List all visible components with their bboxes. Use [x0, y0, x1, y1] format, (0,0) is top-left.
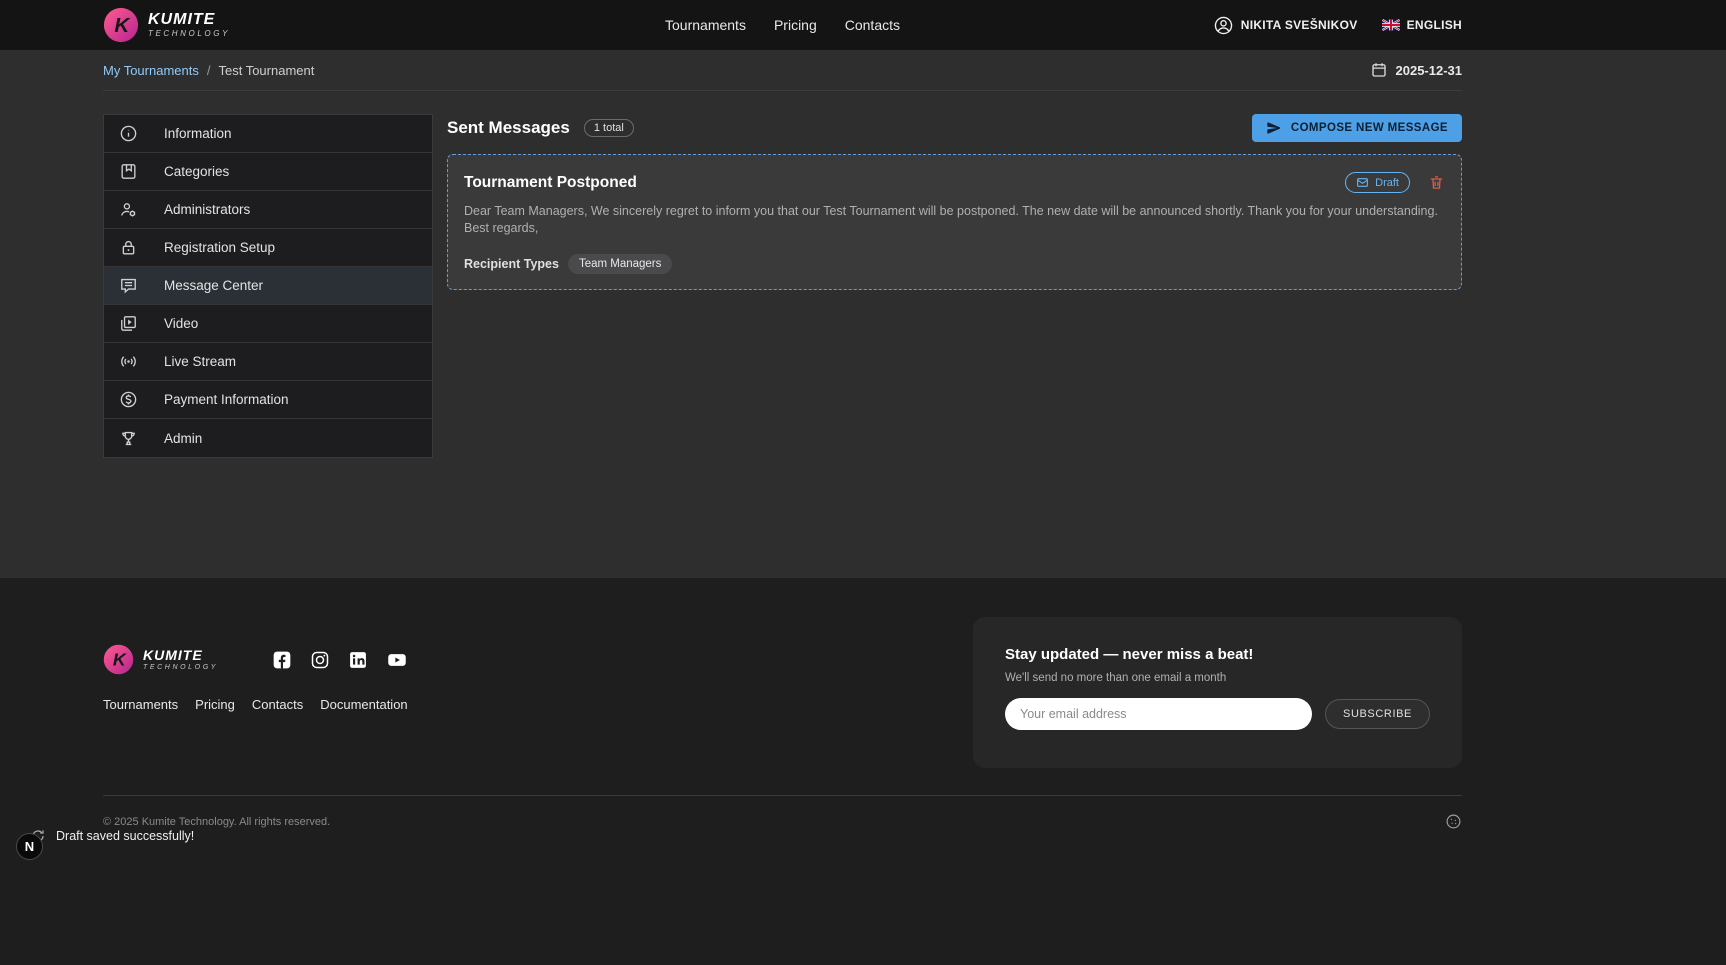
breadcrumb: My Tournaments / Test Tournament [103, 63, 314, 78]
envelope-icon [1356, 176, 1369, 189]
sidebar-item-payment-information[interactable]: Payment Information [104, 381, 432, 419]
svg-text:K: K [113, 650, 127, 670]
social-links [272, 650, 408, 670]
copyright-text: © 2025 Kumite Technology. All rights res… [103, 816, 330, 828]
breadcrumb-separator: / [207, 63, 211, 78]
dev-indicator-badge[interactable]: N [16, 833, 43, 860]
brand-tagline: TECHNOLOGY [143, 664, 218, 671]
footer-link-documentation[interactable]: Documentation [320, 697, 407, 712]
sidebar-item-live-stream[interactable]: Live Stream [104, 343, 432, 381]
newsletter-title: Stay updated — never miss a beat! [1005, 646, 1430, 663]
categories-icon [118, 162, 138, 182]
toast-notification: Draft saved successfully! [30, 828, 194, 844]
nav-link-pricing[interactable]: Pricing [774, 17, 817, 33]
draft-badge-label: Draft [1375, 177, 1399, 189]
sidebar-item-label: Registration Setup [164, 240, 275, 255]
kumite-logo-icon: K [103, 644, 134, 675]
main-nav: Tournaments Pricing Contacts [665, 17, 900, 33]
trash-icon [1428, 174, 1445, 191]
message-title: Tournament Postponed [464, 174, 637, 192]
recipient-types-label: Recipient Types [464, 257, 559, 271]
sidebar-item-admin[interactable]: Admin [104, 419, 432, 457]
sidebar-item-information[interactable]: Information [104, 115, 432, 153]
kumite-logo-icon: K [103, 7, 139, 43]
message-icon [118, 276, 138, 296]
sidebar-item-label: Administrators [164, 202, 250, 217]
breadcrumb-bar: My Tournaments / Test Tournament 2025-12… [103, 50, 1462, 91]
message-body: Dear Team Managers, We sincerely regret … [464, 203, 1445, 237]
footer-divider [103, 795, 1462, 796]
breadcrumb-current: Test Tournament [218, 63, 314, 78]
sidebar-item-label: Information [164, 126, 232, 141]
calendar-icon [1370, 61, 1388, 79]
payment-icon [118, 390, 138, 410]
sidebar-item-label: Categories [164, 164, 229, 179]
sidebar-item-label: Message Center [164, 278, 263, 293]
language-label: ENGLISH [1407, 18, 1462, 32]
draft-message-card[interactable]: Tournament Postponed Draft [447, 154, 1462, 290]
page-footer: K KUMITE TECHNOLOGY [0, 578, 1726, 965]
footer-link-contacts[interactable]: Contacts [252, 697, 303, 712]
facebook-icon[interactable] [272, 650, 292, 670]
compose-button-label: COMPOSE NEW MESSAGE [1291, 122, 1448, 134]
cookie-settings-icon[interactable] [1445, 813, 1462, 830]
newsletter-subtitle: We'll send no more than one email a mont… [1005, 672, 1430, 684]
user-menu[interactable]: NIKITA SVEŠNIKOV [1213, 15, 1358, 36]
sidebar-item-label: Payment Information [164, 392, 289, 407]
sidebar-item-administrators[interactable]: Administrators [104, 191, 432, 229]
recipient-chip-team-managers: Team Managers [568, 254, 672, 274]
brand-name: KUMITE [143, 648, 218, 662]
footer-brand-logo[interactable]: K KUMITE TECHNOLOGY [103, 644, 236, 675]
lock-icon [118, 238, 138, 258]
instagram-icon[interactable] [310, 650, 330, 670]
live-stream-icon [118, 352, 138, 372]
sidebar-item-categories[interactable]: Categories [104, 153, 432, 191]
administrators-icon [118, 200, 138, 220]
sidebar-item-registration-setup[interactable]: Registration Setup [104, 229, 432, 267]
uk-flag-icon [1382, 19, 1400, 31]
send-icon [1266, 120, 1282, 136]
toast-message: Draft saved successfully! [56, 829, 194, 843]
nav-link-contacts[interactable]: Contacts [845, 17, 900, 33]
compose-new-message-button[interactable]: COMPOSE NEW MESSAGE [1252, 114, 1462, 142]
svg-text:K: K [114, 14, 131, 37]
breadcrumb-my-tournaments[interactable]: My Tournaments [103, 63, 199, 78]
youtube-icon[interactable] [386, 650, 408, 670]
language-selector[interactable]: ENGLISH [1382, 18, 1462, 32]
info-icon [118, 124, 138, 144]
page-title: Sent Messages [447, 118, 570, 138]
sidebar-item-label: Admin [164, 431, 202, 446]
footer-nav: Tournaments Pricing Contacts Documentati… [103, 697, 408, 712]
top-navbar: K KUMITE TECHNOLOGY Tournaments Pricing … [0, 0, 1726, 50]
sidebar-item-message-center[interactable]: Message Center [104, 267, 432, 305]
page: K KUMITE TECHNOLOGY Tournaments Pricing … [0, 0, 1726, 965]
sidebar-item-label: Video [164, 316, 198, 331]
footer-link-tournaments[interactable]: Tournaments [103, 697, 178, 712]
video-icon [118, 314, 138, 334]
newsletter-email-input[interactable] [1005, 698, 1312, 730]
newsletter-card: Stay updated — never miss a beat! We'll … [973, 617, 1462, 768]
tournament-sidebar: Information Categories [103, 114, 433, 458]
tournament-date: 2025-12-31 [1396, 63, 1463, 78]
trophy-icon [118, 428, 138, 448]
draft-status-badge: Draft [1345, 172, 1410, 193]
sidebar-item-video[interactable]: Video [104, 305, 432, 343]
user-name: NIKITA SVEŠNIKOV [1241, 18, 1358, 32]
brand-logo[interactable]: K KUMITE TECHNOLOGY [103, 7, 665, 43]
brand-name: KUMITE [148, 12, 230, 28]
message-center-panel: Sent Messages 1 total COMPOSE NEW MESSAG… [447, 114, 1462, 578]
footer-link-pricing[interactable]: Pricing [195, 697, 235, 712]
total-count-badge: 1 total [584, 119, 634, 137]
main-content: Information Categories [103, 91, 1462, 578]
tournament-date-picker[interactable]: 2025-12-31 [1370, 61, 1463, 79]
brand-tagline: TECHNOLOGY [148, 30, 230, 38]
subscribe-button[interactable]: SUBSCRIBE [1325, 699, 1430, 729]
user-avatar-icon [1213, 15, 1234, 36]
sidebar-item-label: Live Stream [164, 354, 236, 369]
delete-message-button[interactable] [1428, 174, 1445, 191]
nav-link-tournaments[interactable]: Tournaments [665, 17, 746, 33]
linkedin-icon[interactable] [348, 650, 368, 670]
